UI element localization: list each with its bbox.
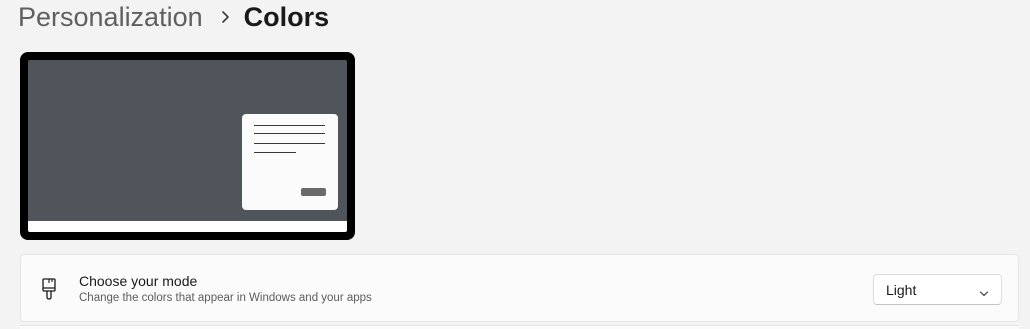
- choose-mode-description: Change the colors that appear in Windows…: [79, 292, 372, 304]
- breadcrumb: Personalization Colors: [18, 0, 329, 34]
- preview-desktop: [28, 60, 347, 232]
- chevron-right-icon: [221, 10, 230, 24]
- colors-settings-page: Personalization Colors Choose your mode …: [0, 0, 1030, 329]
- next-setting-card: [20, 325, 1019, 329]
- theme-preview: [20, 52, 355, 240]
- preview-text-line: [254, 125, 325, 126]
- preview-button: [301, 188, 326, 196]
- choose-mode-title: Choose your mode: [79, 273, 198, 289]
- mode-dropdown[interactable]: Light: [873, 274, 1002, 305]
- page-title: Colors: [243, 2, 330, 32]
- breadcrumb-personalization[interactable]: Personalization: [18, 0, 203, 34]
- mode-dropdown-value: Light: [886, 282, 917, 298]
- preview-text-line: [254, 143, 325, 144]
- preview-window: [242, 114, 338, 210]
- paintbrush-icon: [39, 277, 59, 301]
- chevron-down-icon: [979, 285, 989, 297]
- preview-taskbar: [28, 221, 347, 232]
- choose-mode-card: Choose your mode Change the colors that …: [20, 254, 1019, 322]
- preview-text-line: [254, 152, 296, 153]
- preview-text-line: [254, 133, 325, 134]
